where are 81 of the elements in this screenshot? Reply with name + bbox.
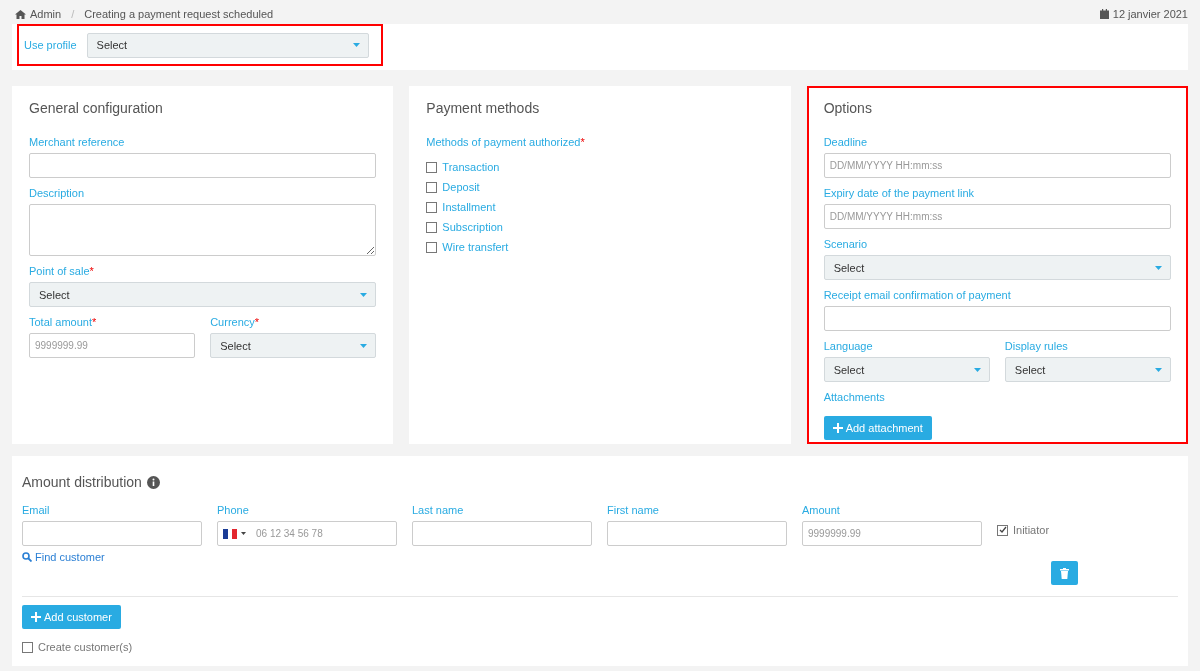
phone-field[interactable]: 06 12 34 56 78 — [217, 521, 397, 546]
field-label: First name — [607, 504, 660, 516]
delete-button[interactable] — [1051, 561, 1078, 585]
field-label: Receipt email confirmation of payment — [823, 289, 1012, 301]
checkbox[interactable] — [426, 241, 438, 253]
caret-icon — [973, 367, 981, 372]
checkbox-label[interactable]: Deposit — [442, 181, 480, 193]
input-field[interactable]: 9999999.99 — [29, 333, 196, 358]
plus-icon — [31, 612, 41, 622]
select-dropdown[interactable]: Select — [1004, 357, 1171, 382]
field-label: Total amount* — [29, 316, 98, 328]
field-label: Deadline — [823, 136, 869, 148]
select-dropdown[interactable]: Select — [823, 357, 990, 382]
breadcrumb-separator: / — [71, 8, 75, 20]
caret-icon — [353, 43, 360, 47]
description-field[interactable] — [29, 204, 377, 256]
select-dropdown[interactable]: Select — [29, 282, 377, 307]
caret-icon — [360, 343, 368, 348]
field-label: Display rules — [1004, 340, 1069, 352]
required-asterisk: * — [254, 316, 260, 328]
field-label: Language — [823, 340, 874, 352]
checkbox-label[interactable]: Installment — [442, 201, 496, 213]
field-label: Methods of payment authorized* — [426, 136, 586, 148]
field-label: Amount — [802, 504, 841, 516]
caret-icon — [360, 292, 368, 297]
find-customer-link[interactable]: Find customer — [22, 551, 105, 563]
checkbox[interactable] — [22, 641, 33, 653]
field-label: Scenario — [823, 238, 869, 250]
field-label: Merchant reference — [29, 136, 126, 148]
checkbox-label[interactable]: Create customer(s) — [38, 641, 133, 653]
checkbox[interactable] — [426, 181, 438, 193]
amount-field[interactable]: 9999999.99 — [802, 521, 982, 546]
field-label: Point of sale* — [29, 265, 95, 277]
panel-title: Options — [823, 100, 873, 116]
field-label: Attachments — [823, 391, 886, 403]
checkbox-label[interactable]: Initiator — [1013, 524, 1050, 536]
field-label: Phone — [217, 504, 250, 516]
search-icon — [22, 552, 32, 562]
profile-select[interactable]: Select — [86, 32, 369, 58]
caret-icon — [1155, 367, 1162, 372]
last-name-field[interactable] — [412, 521, 592, 546]
caret-icon — [241, 532, 246, 535]
checkbox-label[interactable]: Transaction — [442, 161, 500, 173]
select-dropdown[interactable]: Select — [210, 333, 377, 358]
input-field[interactable] — [29, 153, 377, 178]
calendar-icon — [1099, 9, 1109, 19]
checkbox-label[interactable]: Wire transfert — [442, 241, 509, 253]
panel-title: Payment methods — [426, 100, 541, 116]
section-title: Amount distribution — [22, 474, 142, 490]
email-field[interactable] — [22, 521, 202, 546]
required-asterisk: * — [92, 316, 97, 328]
add-customer-button[interactable]: Add customer — [22, 605, 121, 629]
required-asterisk: * — [580, 136, 585, 148]
plus-icon — [832, 423, 843, 433]
field-label: Expiry date of the payment link — [823, 187, 976, 199]
input-field[interactable]: DD/MM/YYYY HH:mm:ss — [823, 204, 1171, 229]
breadcrumb-link[interactable]: Admin — [30, 8, 62, 20]
input-field[interactable] — [823, 306, 1171, 331]
select-dropdown[interactable]: Select — [823, 255, 1171, 280]
flag-icon — [223, 528, 237, 539]
panel-title: General configuration — [29, 100, 164, 116]
required-asterisk: * — [89, 265, 94, 277]
info-icon — [146, 475, 160, 489]
field-label: Use profile — [24, 39, 77, 51]
input-field[interactable]: DD/MM/YYYY HH:mm:ss — [823, 153, 1171, 178]
field-label: Currency* — [210, 316, 261, 328]
checkbox[interactable] — [426, 201, 438, 213]
field-label: Description — [29, 187, 86, 199]
field-label: Last name — [412, 504, 465, 516]
field-label: Email — [22, 504, 51, 516]
checkbox[interactable] — [997, 524, 1008, 536]
caret-icon — [1155, 265, 1162, 270]
first-name-field[interactable] — [607, 521, 787, 546]
trash-icon — [1060, 567, 1069, 579]
checkbox-label[interactable]: Subscription — [442, 221, 503, 233]
checkbox[interactable] — [426, 161, 438, 173]
home-icon — [15, 9, 26, 19]
add-attachment-button[interactable]: Add attachment — [823, 416, 932, 440]
date-text: 12 janvier 2021 — [1112, 8, 1188, 20]
checkbox[interactable] — [426, 221, 438, 233]
breadcrumb-current: Creating a payment request scheduled — [84, 8, 274, 20]
